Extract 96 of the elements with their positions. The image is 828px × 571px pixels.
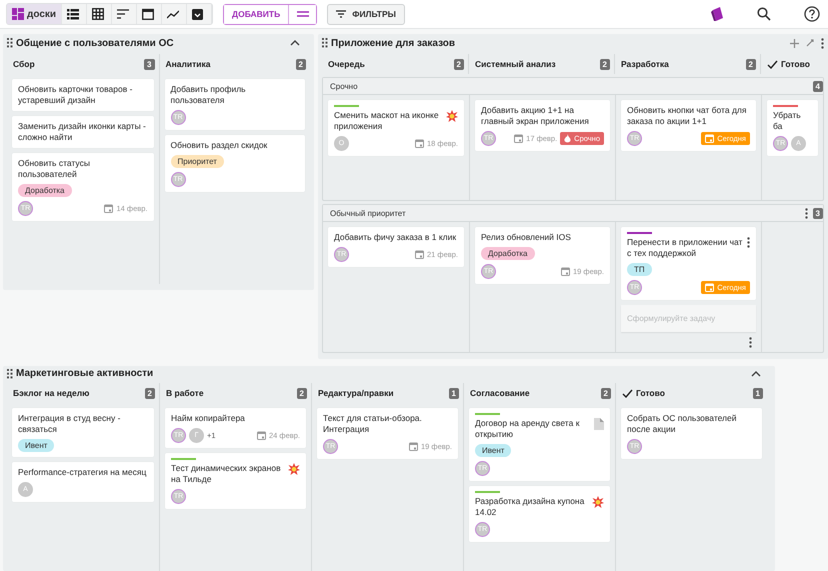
- card-count: 1: [448, 388, 459, 398]
- calendar-icon: [560, 267, 570, 276]
- task-title: Добавить акцию 1+1 на главный экран приложения: [481, 105, 590, 127]
- explosion-icon: [592, 496, 604, 508]
- card-count: 1: [752, 388, 763, 398]
- menu-icon: [296, 11, 309, 17]
- task-title: Performance-стратегия на месяц: [18, 467, 148, 478]
- board-title: Общение с пользователями ОС: [16, 38, 175, 48]
- task-title: Сменить маскот на иконке приложения: [334, 110, 440, 132]
- explosion-icon: [288, 463, 300, 475]
- card-count: 2: [144, 388, 155, 398]
- calendar-icon: [414, 139, 424, 148]
- drag-handle-icon: [7, 38, 13, 48]
- column-title: Разработка: [621, 59, 670, 69]
- calendar-icon: [514, 134, 524, 143]
- filter-icon: [336, 10, 346, 18]
- lane-menu-icon[interactable]: [804, 208, 808, 218]
- add-icon[interactable]: [790, 38, 799, 48]
- card-count: 3: [144, 58, 154, 70]
- task-card[interactable]: Интеграция в студ весну - связаться Ивент: [12, 408, 154, 457]
- calendar-icon: [256, 431, 266, 440]
- task-title: Добавить профиль пользователя: [170, 84, 247, 106]
- board-title: Маркетинговые активности: [16, 368, 154, 379]
- tag: Ивент: [475, 444, 512, 457]
- card-count: 2: [746, 58, 756, 70]
- flame-icon: [564, 134, 572, 143]
- check-icon: [622, 388, 633, 398]
- task-title: Обновить статусы пользователей: [18, 158, 91, 180]
- task-title: Обновить карточки товаров - устаревший дизайн: [18, 84, 134, 106]
- column-title: Очередь: [328, 59, 366, 69]
- column-title: Сбор: [13, 59, 36, 69]
- tag: Доработка: [18, 184, 72, 197]
- drag-handle-icon: [322, 38, 328, 48]
- column-title: Готово: [781, 59, 811, 69]
- task-card[interactable]: Заменить дизайн иконки карты - сложно найти: [12, 116, 154, 148]
- task-title: Релиз обновлений IOS: [481, 232, 572, 243]
- view-tab[interactable]: доски: [7, 4, 62, 24]
- drag-handle-icon: [7, 368, 13, 378]
- task-title: Убрать ба: [773, 110, 802, 132]
- archive-icon: [192, 8, 204, 20]
- calendar-icon: [408, 442, 418, 451]
- tag: Ивент: [18, 439, 54, 452]
- task-title: Перенести в приложении чат с тех поддержкой: [627, 237, 743, 259]
- sort-icon: [117, 9, 130, 19]
- card-count: 2: [600, 58, 610, 70]
- task-title: Обновить раздел скидок: [170, 140, 268, 151]
- task-title: Тест динамических экранов на Тильде: [171, 463, 282, 485]
- tag: Приоритет: [170, 155, 224, 168]
- tag: Доработка: [481, 247, 534, 260]
- calendar-icon: [414, 250, 424, 259]
- calendar-icon: [142, 8, 154, 20]
- explosion-icon: [446, 110, 458, 122]
- card-count: 2: [600, 388, 611, 398]
- check-icon: [767, 60, 778, 68]
- card-count: 4: [812, 80, 823, 92]
- card-count: 2: [296, 388, 307, 398]
- table-icon: [92, 8, 104, 20]
- add-button[interactable]: ДОБАВИТЬ: [224, 4, 290, 24]
- column-title: Аналитика: [166, 59, 212, 69]
- column-menu-icon[interactable]: [749, 337, 752, 348]
- collapse-icon[interactable]: [290, 40, 300, 46]
- task-title: Обновить кнопки чат бота для заказа по акции 1+1: [627, 105, 748, 127]
- document-icon: [594, 418, 604, 430]
- column-title: Редактура/правки: [318, 388, 395, 398]
- calendar-icon: [104, 204, 114, 213]
- tag: ТП: [627, 263, 652, 276]
- column-title: Системный анализ: [475, 59, 557, 69]
- column-title: Согласование: [470, 388, 531, 398]
- card-count: 2: [454, 58, 464, 70]
- task-title: Собрать ОС пользователей после акции: [627, 413, 738, 435]
- column-title: Готово: [636, 388, 666, 398]
- calendar-icon: [705, 134, 714, 143]
- task-title: Договор на аренду света к открытию: [475, 418, 580, 440]
- board-title: Приложение для заказов: [331, 38, 456, 48]
- line-chart-icon: [167, 10, 180, 18]
- card-count: 2: [296, 58, 306, 70]
- task-card[interactable]: Обновить карточки товаров - устаревший дизайн: [12, 79, 154, 111]
- task-title: Заменить дизайн иконки карты - сложно найти: [18, 121, 147, 143]
- card-count: 3: [812, 208, 823, 218]
- help-icon[interactable]: [802, 4, 822, 24]
- task-title: Разработка дизайна купона 14.02: [475, 496, 586, 518]
- calendar-icon: [705, 283, 714, 292]
- swimlane-title: Обычный приоритет: [330, 208, 407, 218]
- more-icon[interactable]: [821, 38, 824, 48]
- filter-button[interactable]: ФИЛЬТРЫ: [327, 4, 405, 24]
- card-menu-icon[interactable]: [747, 237, 750, 248]
- boards-icon: [12, 8, 24, 20]
- task-title: Текст для статьи-обзора. Интеграция: [323, 413, 423, 435]
- list-icon: [67, 8, 80, 20]
- swimlane-title: Срочно: [330, 82, 359, 90]
- column-title: В работе: [166, 388, 205, 398]
- task-title: Интеграция в студ весну - связаться: [18, 413, 122, 435]
- task-title: Найм копирайтера: [171, 413, 246, 424]
- task-title: Добавить фичу заказа в 1 клик: [334, 232, 458, 243]
- column-title: Бэклог на неделю: [13, 388, 90, 398]
- collapse-icon[interactable]: [751, 370, 761, 376]
